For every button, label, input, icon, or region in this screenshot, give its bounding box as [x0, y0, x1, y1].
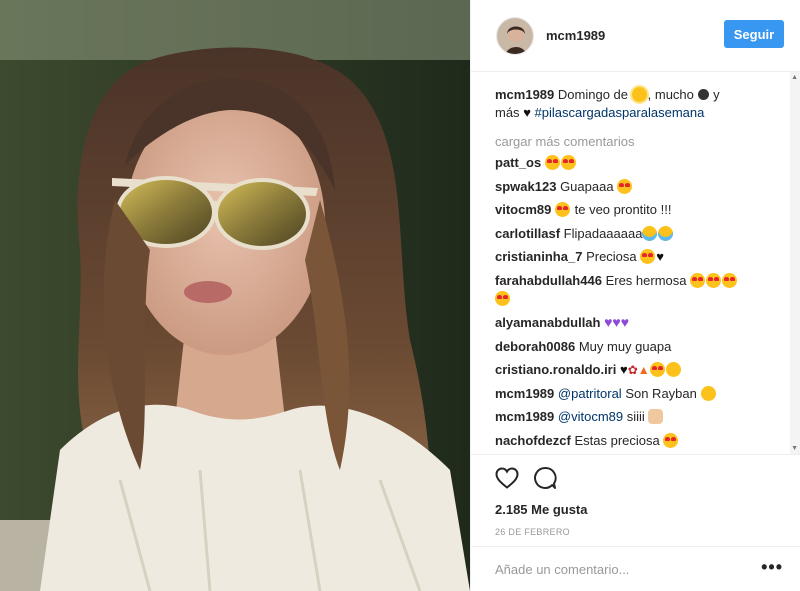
comment-username[interactable]: deborah0086 [495, 339, 575, 354]
comment-item: spwak123 Guapaaa [495, 178, 783, 196]
fire-icon: ▲ [637, 363, 650, 377]
likes-count[interactable]: 2.185 Me gusta [495, 502, 800, 517]
comment-username[interactable]: alyamanabdullah [495, 315, 600, 330]
heart-icon[interactable] [495, 467, 519, 489]
comments-scrollbar[interactable]: ▲ ▼ [790, 72, 800, 454]
comment-text: Estas preciosa [574, 432, 660, 448]
black-heart-icon: ♥ [523, 105, 531, 120]
comment-username[interactable]: nachofdezcf [495, 433, 571, 448]
comment-username[interactable]: mcm1989 [495, 409, 554, 424]
comment-text: te veo prontito !!! [574, 202, 672, 217]
comment-username[interactable]: mcm1989 [495, 386, 554, 401]
comment-item: patt_os [495, 154, 783, 172]
load-more-comments-link[interactable]: cargar más comentarios [495, 134, 783, 149]
caption-text-3: y [713, 87, 720, 102]
caption-text-2: , mucho [647, 87, 694, 102]
heart-eyes-emoji-icon [617, 178, 633, 194]
comment-item: farahabdullah446 Eres hermosa [495, 272, 783, 308]
post-header: mcm1989 Seguir [471, 0, 800, 72]
comment-item: mcm1989 @vitocm89 siiii [495, 408, 783, 426]
comment-item: carlotillasf Flipadaaaaaa [495, 225, 783, 243]
comment-text: Guapaaa [560, 178, 614, 194]
comment-username[interactable]: vitocm89 [495, 202, 551, 217]
more-options-icon[interactable]: ••• [761, 558, 783, 576]
avatar-image [497, 17, 533, 54]
black-heart-icon: ♥ [656, 249, 664, 264]
comment-text: Son Rayban [625, 385, 697, 401]
comment-username[interactable]: cristianinha_7 [495, 249, 582, 264]
comment-item: mcm1989 @patritoral Son Rayban [495, 385, 783, 403]
purple-heart-icon: ♥ [612, 314, 621, 330]
comment-item: nachofdezcf Estas preciosa [495, 432, 783, 450]
caption-text-1: Domingo de [557, 87, 629, 102]
comments-list[interactable]: mcm1989 Domingo de , mucho y más ♥ #pila… [471, 72, 800, 454]
comment-mention[interactable]: @vitocm89 [558, 409, 623, 424]
scroll-down-arrow-icon[interactable]: ▼ [791, 445, 798, 452]
sun-face-emoji-icon [697, 89, 709, 100]
crying-emoji-icon [642, 225, 658, 241]
heart-eyes-emoji-icon [663, 432, 679, 448]
heart-eyes-emoji-icon [544, 155, 560, 170]
black-heart-icon: ♥ [619, 362, 628, 377]
comment-text: Eres hermosa [605, 272, 687, 288]
action-icons [495, 465, 800, 491]
rose-icon: ✿ [627, 363, 638, 377]
heart-eyes-emoji-icon [555, 202, 570, 217]
heart-eyes-emoji-icon [690, 272, 706, 288]
post-photo[interactable] [0, 0, 470, 591]
comment-username[interactable]: cristiano.ronaldo.iri [495, 362, 616, 377]
clap-hand-emoji-icon [648, 409, 664, 424]
comment-text: Preciosa [586, 249, 637, 264]
avatar[interactable] [496, 16, 534, 55]
caption-hashtag[interactable]: #pilascargadasparalasemana [535, 105, 705, 120]
comment-username[interactable]: farahabdullah446 [495, 273, 602, 288]
add-comment-bar: ••• [471, 546, 800, 591]
comment-item: cristiano.ronaldo.iri ♥✿▲ [495, 361, 783, 379]
kiss-emoji-icon [665, 362, 681, 377]
heart-eyes-emoji-icon [560, 155, 576, 170]
header-username[interactable]: mcm1989 [546, 28, 605, 43]
heart-eyes-emoji-icon [722, 272, 738, 288]
comment-username[interactable]: patt_os [495, 155, 541, 170]
comment-text: Muy muy guapa [578, 338, 672, 354]
smile-emoji-icon [700, 385, 716, 401]
post-actions: 2.185 Me gusta 26 DE FEBRERO [471, 454, 800, 544]
comment-username[interactable]: spwak123 [495, 179, 556, 194]
comment-icon[interactable] [533, 466, 557, 490]
caption: mcm1989 Domingo de , mucho y más ♥ #pila… [495, 86, 783, 122]
comment-item: cristianinha_7 Preciosa ♥ [495, 248, 783, 266]
crying-emoji-icon [658, 225, 674, 241]
follow-button[interactable]: Seguir [724, 20, 784, 48]
purple-heart-icon: ♥ [620, 314, 630, 330]
comment-item: alyamanabdullah ♥♥♥ [495, 313, 783, 332]
sun-emoji-icon [631, 87, 647, 102]
comment-text: siiii [626, 409, 645, 424]
add-comment-input[interactable] [495, 561, 735, 577]
caption-text-4: más [495, 105, 520, 120]
scroll-up-arrow-icon[interactable]: ▲ [791, 74, 798, 81]
caption-username[interactable]: mcm1989 [495, 87, 554, 102]
comment-text: Flipadaaaaaa [563, 225, 643, 241]
heart-eyes-emoji-icon [706, 272, 722, 288]
heart-eyes-emoji-icon [640, 249, 656, 264]
comment-username[interactable]: carlotillasf [495, 226, 560, 241]
heart-eyes-emoji-icon [649, 362, 665, 377]
post-side-panel: mcm1989 Seguir mcm1989 Domingo de , much… [470, 0, 800, 591]
post-photo-image [0, 0, 470, 591]
comment-item: deborah0086 Muy muy guapa [495, 338, 783, 356]
heart-eyes-emoji-icon [495, 290, 510, 306]
comment-item: vitocm89 te veo prontito !!! [495, 201, 783, 219]
post-date[interactable]: 26 DE FEBRERO [495, 527, 800, 537]
comment-mention[interactable]: @patritoral [558, 386, 622, 401]
